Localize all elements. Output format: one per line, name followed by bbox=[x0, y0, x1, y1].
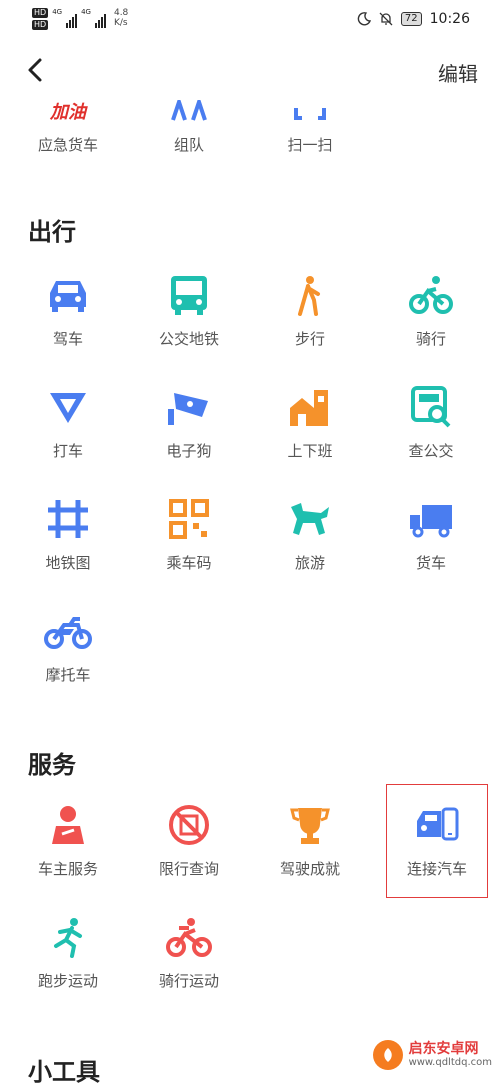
qr-code-icon bbox=[164, 494, 214, 544]
bus-icon bbox=[164, 270, 214, 320]
grid-item-label: 旅游 bbox=[294, 554, 325, 572]
network-type-2: 4G bbox=[81, 8, 91, 16]
trophy-icon bbox=[285, 800, 335, 850]
battery-icon: 72 bbox=[400, 12, 422, 26]
section-title-travel: 出行 bbox=[28, 218, 76, 246]
grid-item-taxi[interactable]: 打车 bbox=[8, 382, 128, 461]
hd-badge-2: HD bbox=[32, 20, 49, 30]
grid-item-label: 货车 bbox=[415, 554, 446, 572]
grid-item-travel[interactable]: 旅游 bbox=[250, 494, 370, 573]
grid-item-label: 车主服务 bbox=[37, 860, 98, 878]
section-title-tools: 小工具 bbox=[28, 1058, 100, 1086]
network-speed: 4.8 K/s bbox=[113, 8, 129, 28]
cycling-sport-icon bbox=[164, 912, 214, 962]
grid-item-emergency-truck[interactable]: 加油 应急货车 bbox=[8, 96, 128, 155]
moon-icon bbox=[357, 12, 371, 26]
grid-item-commute[interactable]: 上下班 bbox=[250, 382, 370, 461]
fuel-text-icon: 加油 bbox=[50, 102, 86, 123]
scan-icon bbox=[285, 96, 335, 126]
grid-item-label: 组队 bbox=[173, 136, 204, 154]
grid-item-cycling-sport[interactable]: 骑行运动 bbox=[129, 912, 249, 991]
grid-item-ride[interactable]: 骑行 bbox=[371, 270, 491, 349]
running-icon bbox=[43, 912, 93, 962]
section-title-service: 服务 bbox=[28, 751, 76, 779]
grid-item-restriction-query[interactable]: 限行查询 bbox=[129, 800, 249, 879]
grid-item-running[interactable]: 跑步运动 bbox=[8, 912, 128, 991]
watermark: 启东安卓网 www.qdltdq.com bbox=[372, 1040, 492, 1070]
grid-item-driving-achievement[interactable]: 驾驶成就 bbox=[250, 800, 370, 879]
commute-icon bbox=[285, 382, 335, 432]
grid-item-label: 摩托车 bbox=[45, 666, 91, 684]
motorcycle-icon bbox=[43, 606, 93, 656]
network-type-1: 4G bbox=[52, 8, 63, 16]
subway-map-icon bbox=[43, 494, 93, 544]
grid-item-team[interactable]: 组队 bbox=[129, 96, 249, 155]
grid-item-label: 地铁图 bbox=[45, 554, 91, 572]
horse-icon bbox=[285, 494, 335, 544]
grid-item-motorcycle[interactable]: 摩托车 bbox=[8, 606, 128, 685]
grid-item-label: 应急货车 bbox=[37, 136, 98, 154]
grid-item-label: 步行 bbox=[294, 330, 325, 348]
grid-item-label: 骑行运动 bbox=[158, 972, 219, 990]
grid-item-walk[interactable]: 步行 bbox=[250, 270, 370, 349]
bicycle-icon bbox=[406, 270, 456, 320]
grid-item-label: 骑行 bbox=[415, 330, 446, 348]
grid-item-label: 扫一扫 bbox=[287, 136, 333, 154]
grid-item-truck[interactable]: 货车 bbox=[371, 494, 491, 573]
walk-icon bbox=[285, 270, 335, 320]
camera-icon bbox=[164, 382, 214, 432]
grid-item-check-bus[interactable]: 查公交 bbox=[371, 382, 491, 461]
grid-item-speed-camera[interactable]: 电子狗 bbox=[129, 382, 249, 461]
grid-item-owner-service[interactable]: 车主服务 bbox=[8, 800, 128, 879]
edit-button[interactable]: 编辑 bbox=[438, 58, 478, 87]
watermark-title: 启东安卓网 bbox=[408, 1041, 479, 1057]
hd-badges: HD HD bbox=[32, 8, 49, 30]
bell-off-icon bbox=[379, 12, 393, 26]
grid-item-label: 驾车 bbox=[52, 330, 83, 348]
watermark-logo-icon bbox=[372, 1040, 403, 1070]
bus-search-icon bbox=[406, 382, 456, 432]
signal-icon-2 bbox=[94, 8, 106, 28]
grid-item-bus-subway[interactable]: 公交地铁 bbox=[129, 270, 249, 349]
grid-item-label: 查公交 bbox=[408, 442, 454, 460]
owner-icon bbox=[43, 800, 93, 850]
team-icon bbox=[164, 96, 214, 126]
restriction-icon bbox=[164, 800, 214, 850]
signal-icon bbox=[66, 8, 78, 28]
grid-item-label: 上下班 bbox=[287, 442, 333, 460]
grid-item-label: 打车 bbox=[52, 442, 83, 460]
grid-item-label: 驾驶成就 bbox=[279, 860, 340, 878]
grid-item-ride-code[interactable]: 乘车码 bbox=[129, 494, 249, 573]
grid-item-label: 乘车码 bbox=[166, 554, 212, 572]
header: 编辑 bbox=[0, 44, 500, 98]
grid-item-label: 跑步运动 bbox=[37, 972, 98, 990]
watermark-url: www.qdltdq.com bbox=[408, 1057, 492, 1068]
car-icon bbox=[43, 270, 93, 320]
status-bar: HD HD 4G 4G 4.8 K/s 72 10:26 bbox=[0, 0, 500, 40]
grid-item-subway-map[interactable]: 地铁图 bbox=[8, 494, 128, 573]
grid-item-label: 公交地铁 bbox=[158, 330, 219, 348]
taxi-icon bbox=[43, 382, 93, 432]
clock: 10:26 bbox=[429, 11, 470, 27]
highlight-box bbox=[386, 784, 488, 898]
back-button[interactable] bbox=[22, 50, 62, 90]
grid-item-label: 限行查询 bbox=[158, 860, 219, 878]
truck-icon bbox=[406, 494, 456, 544]
grid-item-label: 电子狗 bbox=[166, 442, 212, 460]
hd-badge-1: HD bbox=[32, 8, 49, 18]
grid-item-drive[interactable]: 驾车 bbox=[8, 270, 128, 349]
chevron-left-icon bbox=[28, 58, 42, 82]
grid-item-scan[interactable]: 扫一扫 bbox=[250, 96, 370, 155]
